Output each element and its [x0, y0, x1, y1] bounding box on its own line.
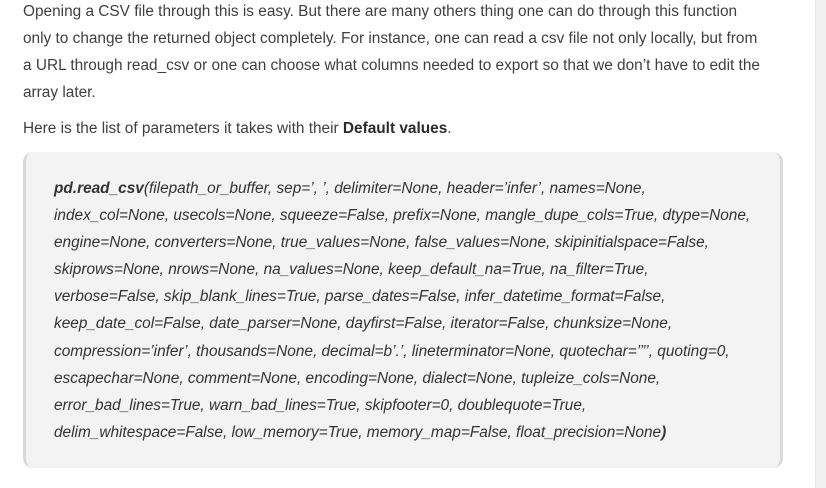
- code-line: escapechar=None, comment=None, encoding=…: [54, 369, 661, 387]
- intro-line: array later.: [23, 84, 96, 101]
- params-intro-suffix: .: [447, 120, 452, 137]
- code-last-line: delim_whitespace=False, low_memory=True,…: [54, 423, 662, 441]
- code-line-rest: (filepath_or_buffer, sep=’, ’, delimiter…: [143, 180, 646, 197]
- closing-paren: ): [661, 423, 667, 441]
- code-line: index_col=None, usecols=None, squeeze=Fa…: [54, 207, 751, 225]
- intro-line: Opening a CSV file through this is easy.…: [23, 3, 738, 20]
- params-intro-text: Here is the list of parameters it takes …: [23, 120, 343, 137]
- code-signature: pd.read_csv(filepath_or_buffer, sep=’, ’…: [54, 175, 774, 446]
- code-line: compression=’infer’, thousands=None, dec…: [54, 342, 730, 360]
- code-line: pd.read_csv(filepath_or_buffer, sep=’, ’…: [54, 175, 774, 202]
- default-values-bold: Default values: [342, 120, 448, 137]
- code-line: engine=None, converters=None, true_value…: [54, 234, 709, 252]
- intro-paragraph: Opening a CSV file through this is easy.…: [23, 0, 793, 106]
- params-intro-paragraph: Here is the list of parameters it takes …: [23, 115, 793, 142]
- scrollbar[interactable]: [815, 0, 826, 488]
- code-block: pd.read_csv(filepath_or_buffer, sep=’, ’…: [23, 152, 783, 468]
- code-line: skiprows=None, nrows=None, na_values=Non…: [54, 261, 649, 279]
- function-name: pd.read_csv: [54, 180, 144, 197]
- code-line: verbose=False, skip_blank_lines=True, pa…: [54, 288, 666, 306]
- code-line: delim_whitespace=False, low_memory=True,…: [54, 419, 774, 446]
- code-line: error_bad_lines=True, warn_bad_lines=Tru…: [54, 396, 587, 414]
- intro-line: only to change the returned object compl…: [23, 30, 758, 47]
- code-line: keep_date_col=False, date_parser=None, d…: [54, 315, 673, 333]
- intro-line: a URL through read_csv or one can choose…: [23, 57, 760, 74]
